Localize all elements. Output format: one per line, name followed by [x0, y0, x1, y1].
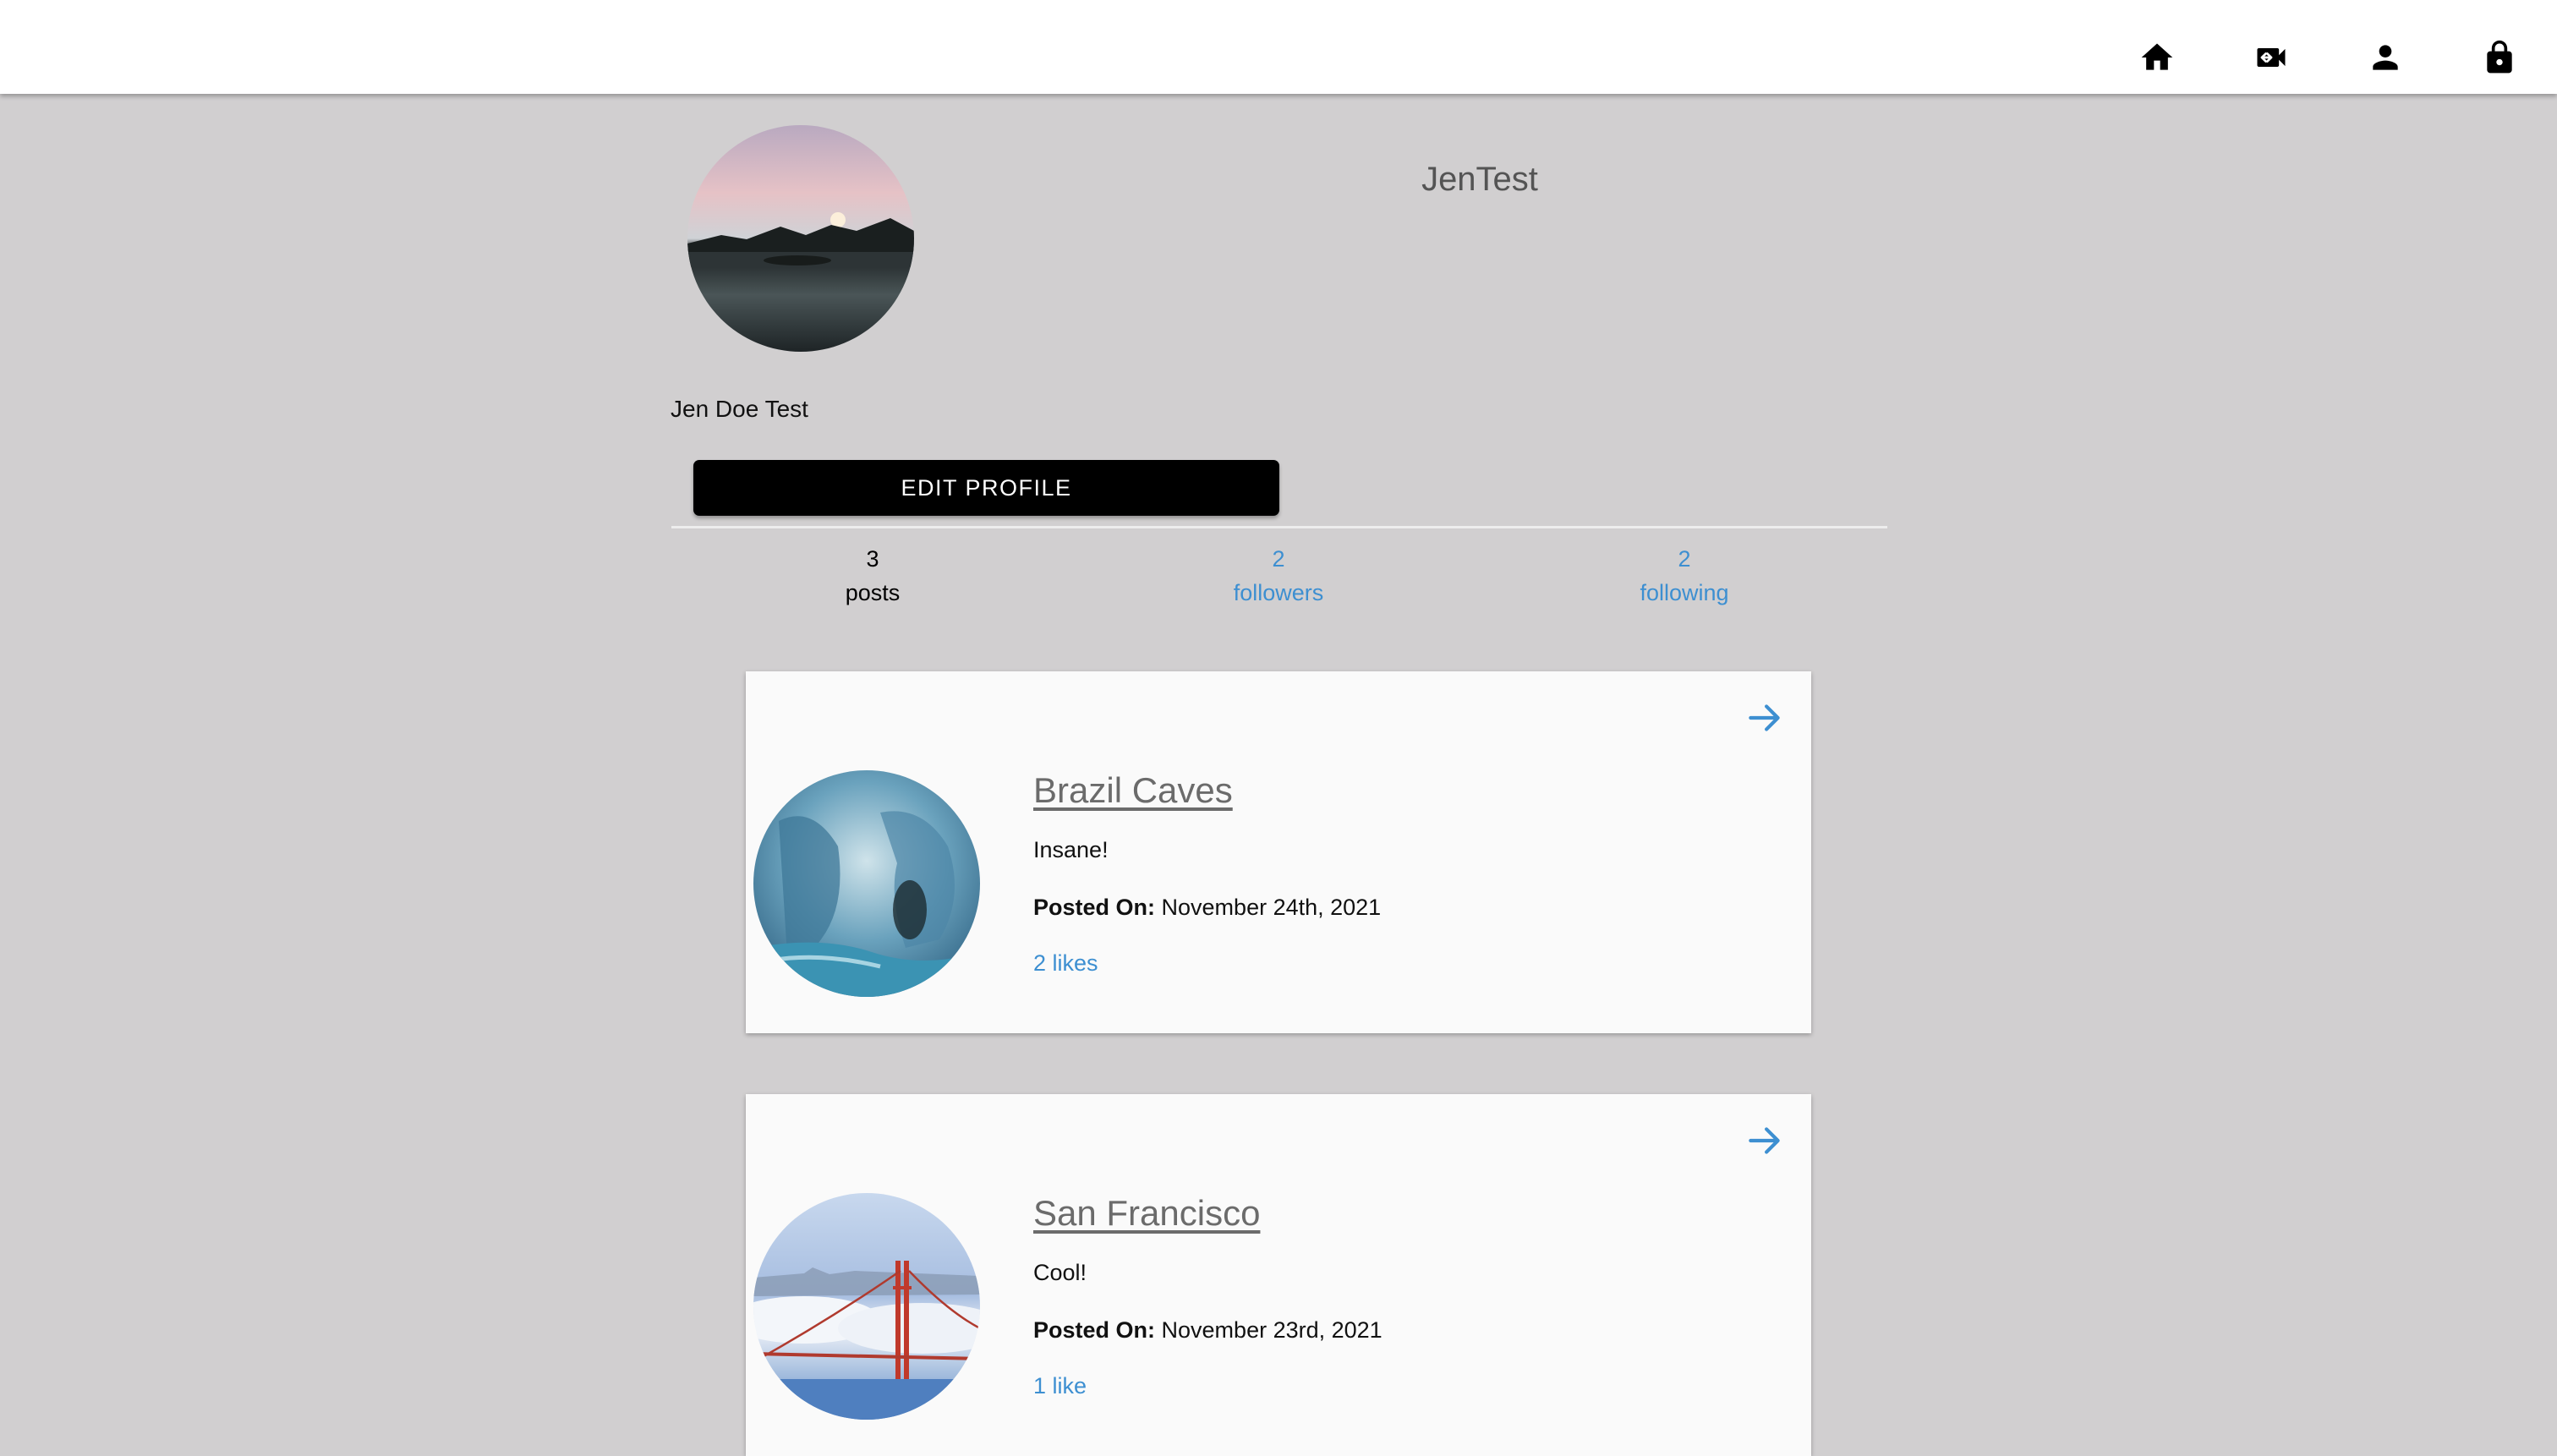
- stat-following-count[interactable]: 2: [1558, 542, 1811, 576]
- logout-button[interactable]: [2469, 27, 2530, 88]
- edit-profile-button[interactable]: EDIT PROFILE: [693, 460, 1279, 516]
- post-thumbnail: [753, 770, 980, 997]
- profile-avatar: [687, 125, 914, 352]
- profile-button[interactable]: [2355, 27, 2416, 88]
- post-card: San Francisco Cool! Posted On: November …: [746, 1094, 1811, 1456]
- stat-posts: 3 posts: [746, 542, 999, 610]
- stat-posts-count: 3: [866, 546, 879, 572]
- video-call-button[interactable]: [2241, 27, 2302, 88]
- profile-divider: [671, 526, 1887, 528]
- video-call-icon: [2257, 48, 2286, 67]
- post-date: Posted On: November 24th, 2021: [1033, 895, 1381, 921]
- stat-following-label[interactable]: following: [1558, 576, 1811, 610]
- home-icon: [2141, 43, 2173, 70]
- post-title[interactable]: Brazil Caves: [1033, 770, 1233, 811]
- post-date-value: November 24th, 2021: [1161, 895, 1382, 920]
- stat-following[interactable]: 2 following: [1558, 542, 1811, 610]
- post-description: Insane!: [1033, 837, 1109, 862]
- open-post-button[interactable]: [1744, 697, 1786, 739]
- post-date-value: November 23rd, 2021: [1161, 1317, 1383, 1343]
- open-post-button[interactable]: [1744, 1119, 1786, 1162]
- app-bar: [0, 0, 2557, 94]
- profile-username: JenTest: [1421, 161, 1538, 198]
- lock-icon: [2487, 40, 2512, 74]
- stat-followers-label[interactable]: followers: [1152, 576, 1405, 610]
- post-thumbnail: [753, 1193, 980, 1420]
- home-button[interactable]: [2127, 27, 2187, 88]
- arrow-forward-icon: [1749, 704, 1780, 731]
- arrow-forward-icon: [1749, 1127, 1780, 1154]
- post-description: Cool!: [1033, 1260, 1087, 1285]
- stat-followers-count[interactable]: 2: [1152, 542, 1405, 576]
- post-likes[interactable]: 2 likes: [1033, 950, 1098, 977]
- person-icon: [2373, 45, 2398, 70]
- post-title[interactable]: San Francisco: [1033, 1193, 1260, 1234]
- post-date-label: Posted On:: [1033, 895, 1156, 920]
- stat-posts-label: posts: [845, 580, 901, 605]
- profile-full-name: Jen Doe Test: [671, 396, 808, 422]
- post-date: Posted On: November 23rd, 2021: [1033, 1317, 1383, 1344]
- stat-followers[interactable]: 2 followers: [1152, 542, 1405, 610]
- post-likes[interactable]: 1 like: [1033, 1373, 1087, 1399]
- post-date-label: Posted On:: [1033, 1317, 1156, 1343]
- post-card: Brazil Caves Insane! Posted On: November…: [746, 671, 1811, 1033]
